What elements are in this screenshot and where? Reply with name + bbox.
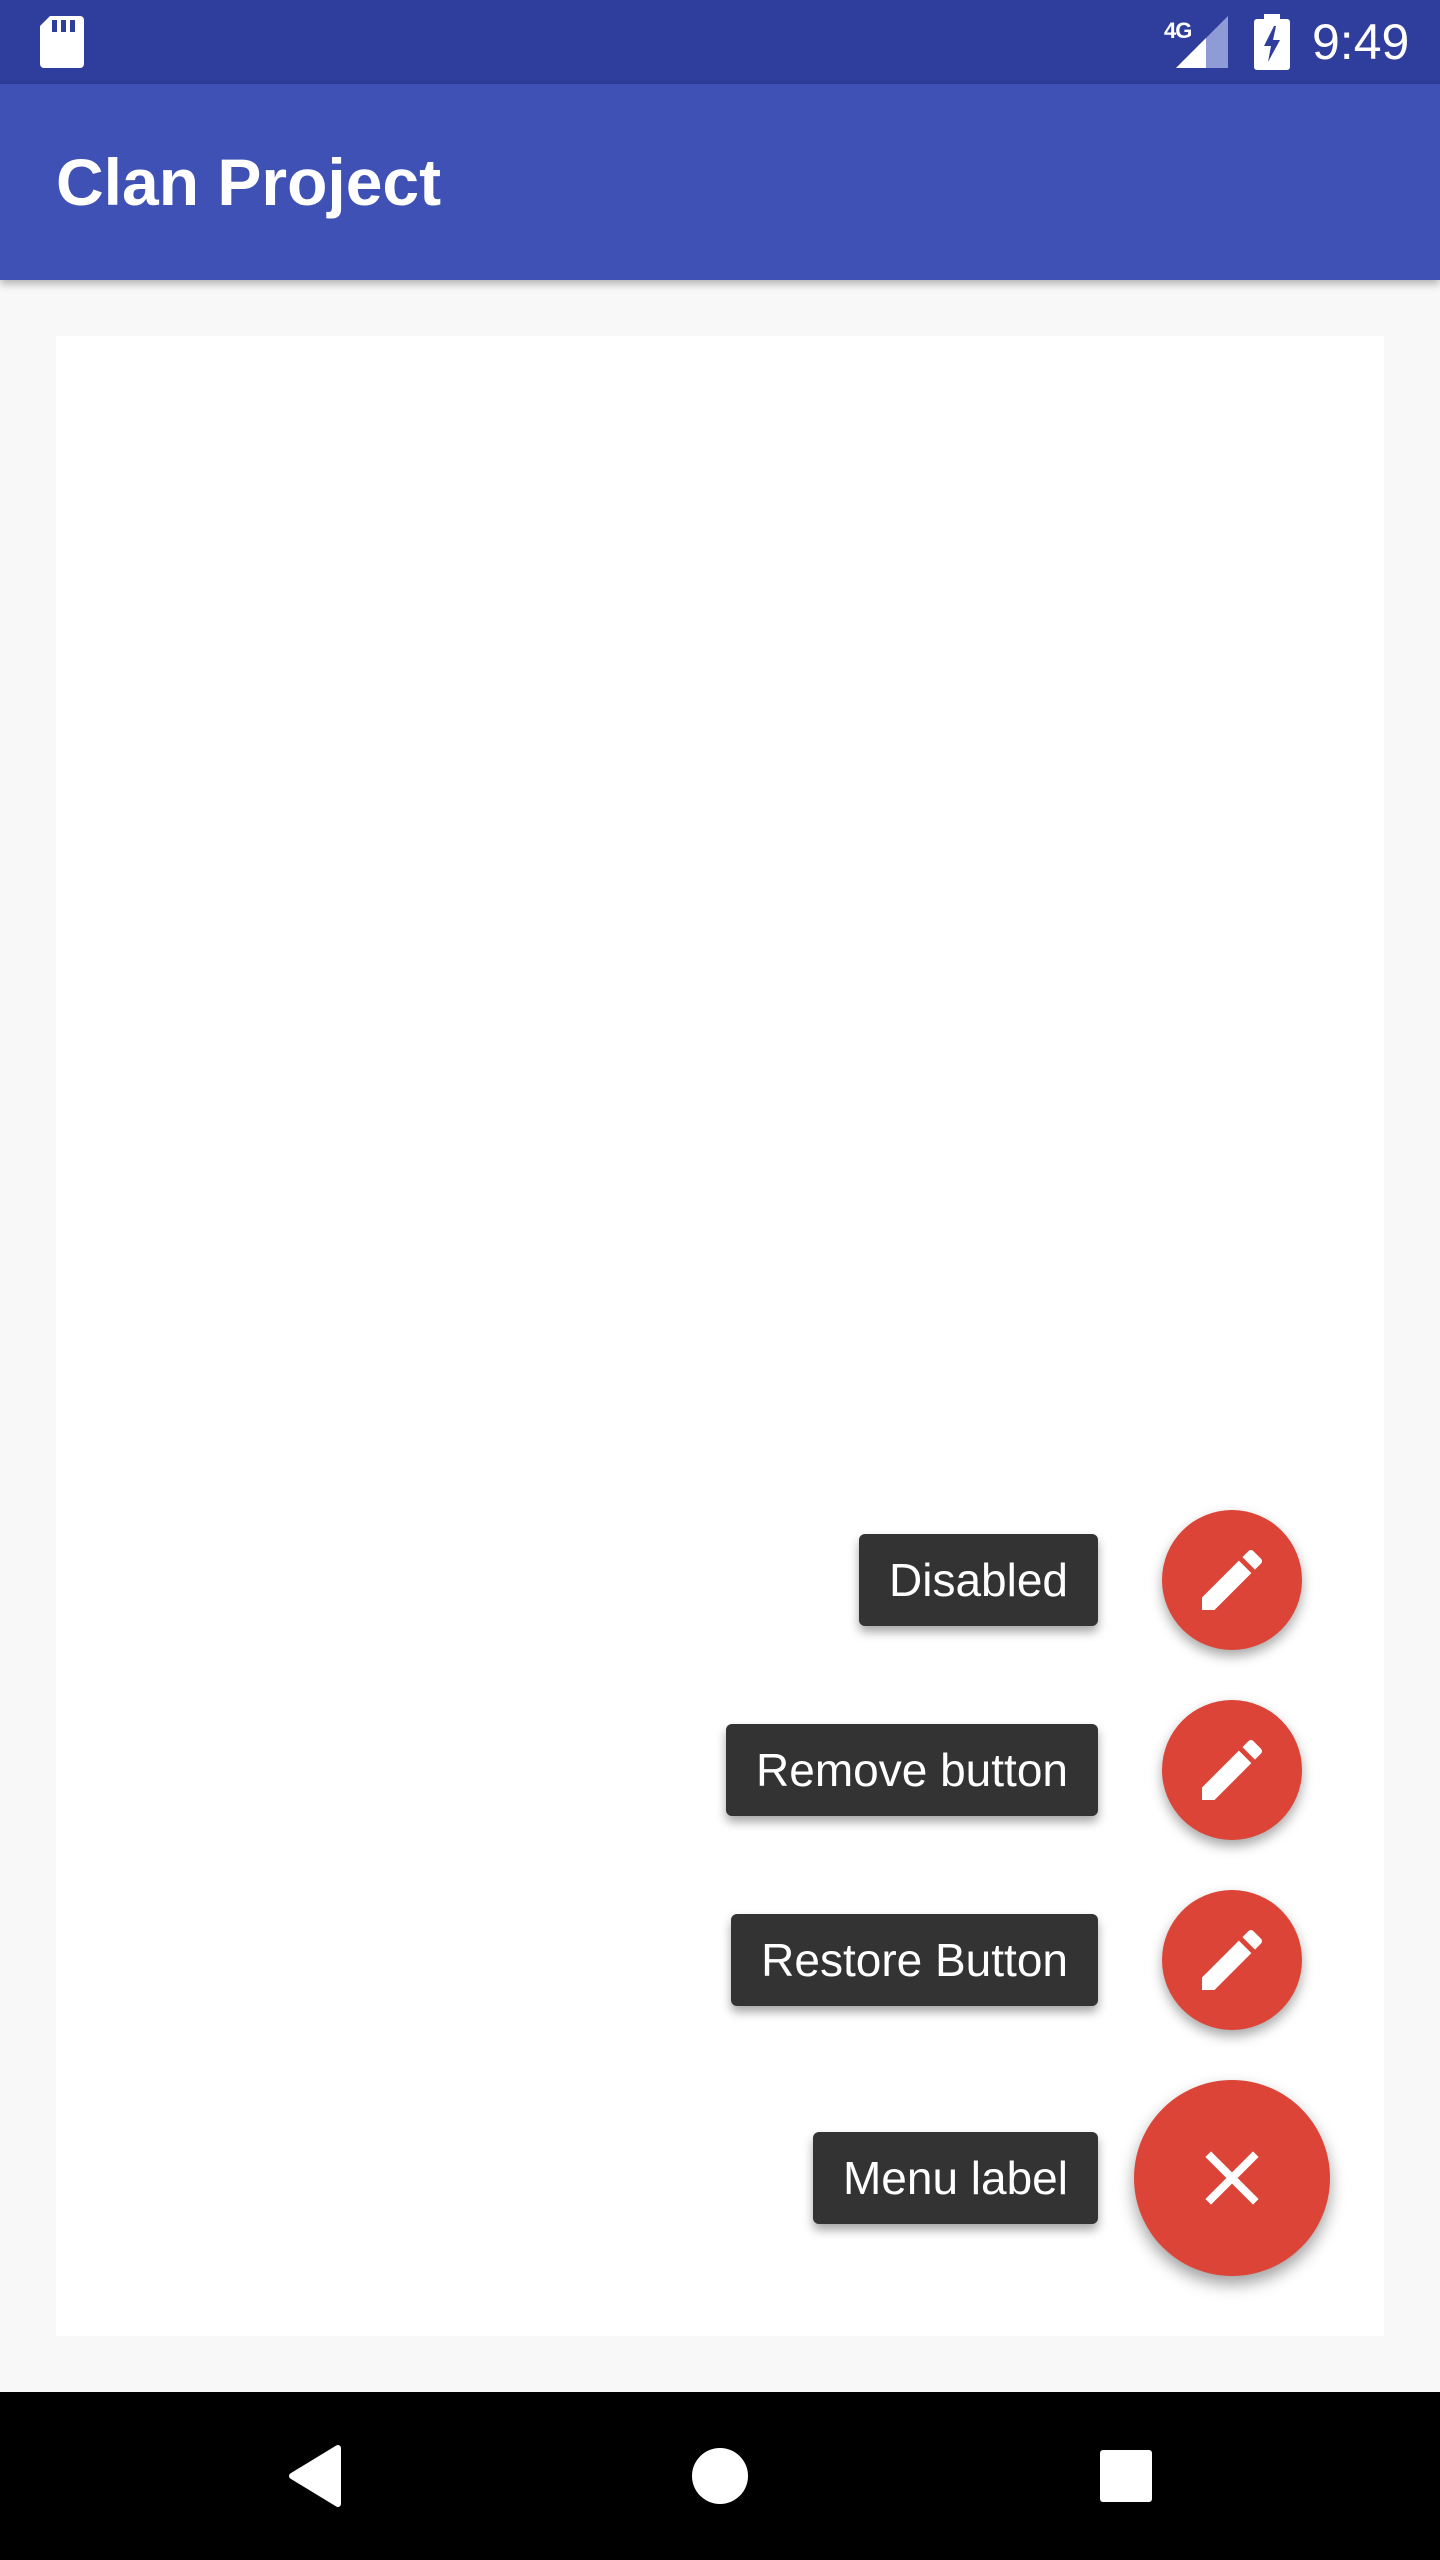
battery-charging-icon [1254,14,1290,70]
signal-icon [1176,16,1228,68]
app-title: Clan Project [56,145,442,219]
sd-card-icon [40,16,84,68]
fab-label-disabled[interactable]: Disabled [859,1534,1098,1626]
close-icon [1205,2151,1259,2205]
fab-disabled-button[interactable] [1162,1510,1302,1650]
pencil-icon [1202,1739,1263,1800]
fab-restore-button[interactable] [1162,1890,1302,2030]
back-icon[interactable] [276,2436,356,2516]
status-bar: 4G 9:49 [0,0,1440,84]
fab-menu-toggle-button[interactable] [1134,2080,1330,2276]
fab-menu-label[interactable]: Menu label [812,2132,1098,2224]
status-time: 9:49 [1312,14,1410,70]
fab-label-restore-button[interactable]: Restore Button [731,1914,1098,2006]
navigation-bar [0,2392,1440,2560]
content-panel [56,336,1384,2336]
fab-remove-button[interactable] [1162,1700,1302,1840]
app-bar: Clan Project [0,84,1440,280]
fab-label-remove-button[interactable]: Remove button [726,1724,1098,1816]
recents-icon[interactable] [1086,2436,1166,2516]
pencil-icon [1202,1549,1263,1610]
home-icon[interactable] [680,2436,760,2516]
pencil-icon [1202,1929,1263,1990]
